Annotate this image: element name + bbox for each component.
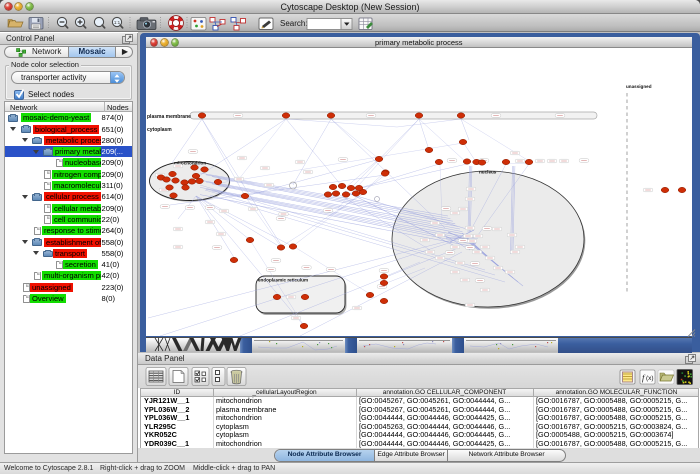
svg-text:cytoplasm: cytoplasm — [147, 127, 172, 133]
svg-text:(x): (x) — [646, 375, 654, 382]
svg-text:1:1: 1:1 — [114, 20, 121, 25]
svg-text:plasma membrane: plasma membrane — [147, 114, 191, 120]
svg-text:unassigned: unassigned — [626, 84, 652, 89]
svg-text:nucleus: nucleus — [479, 170, 497, 175]
svg-text:Search:: Search: — [280, 19, 308, 28]
